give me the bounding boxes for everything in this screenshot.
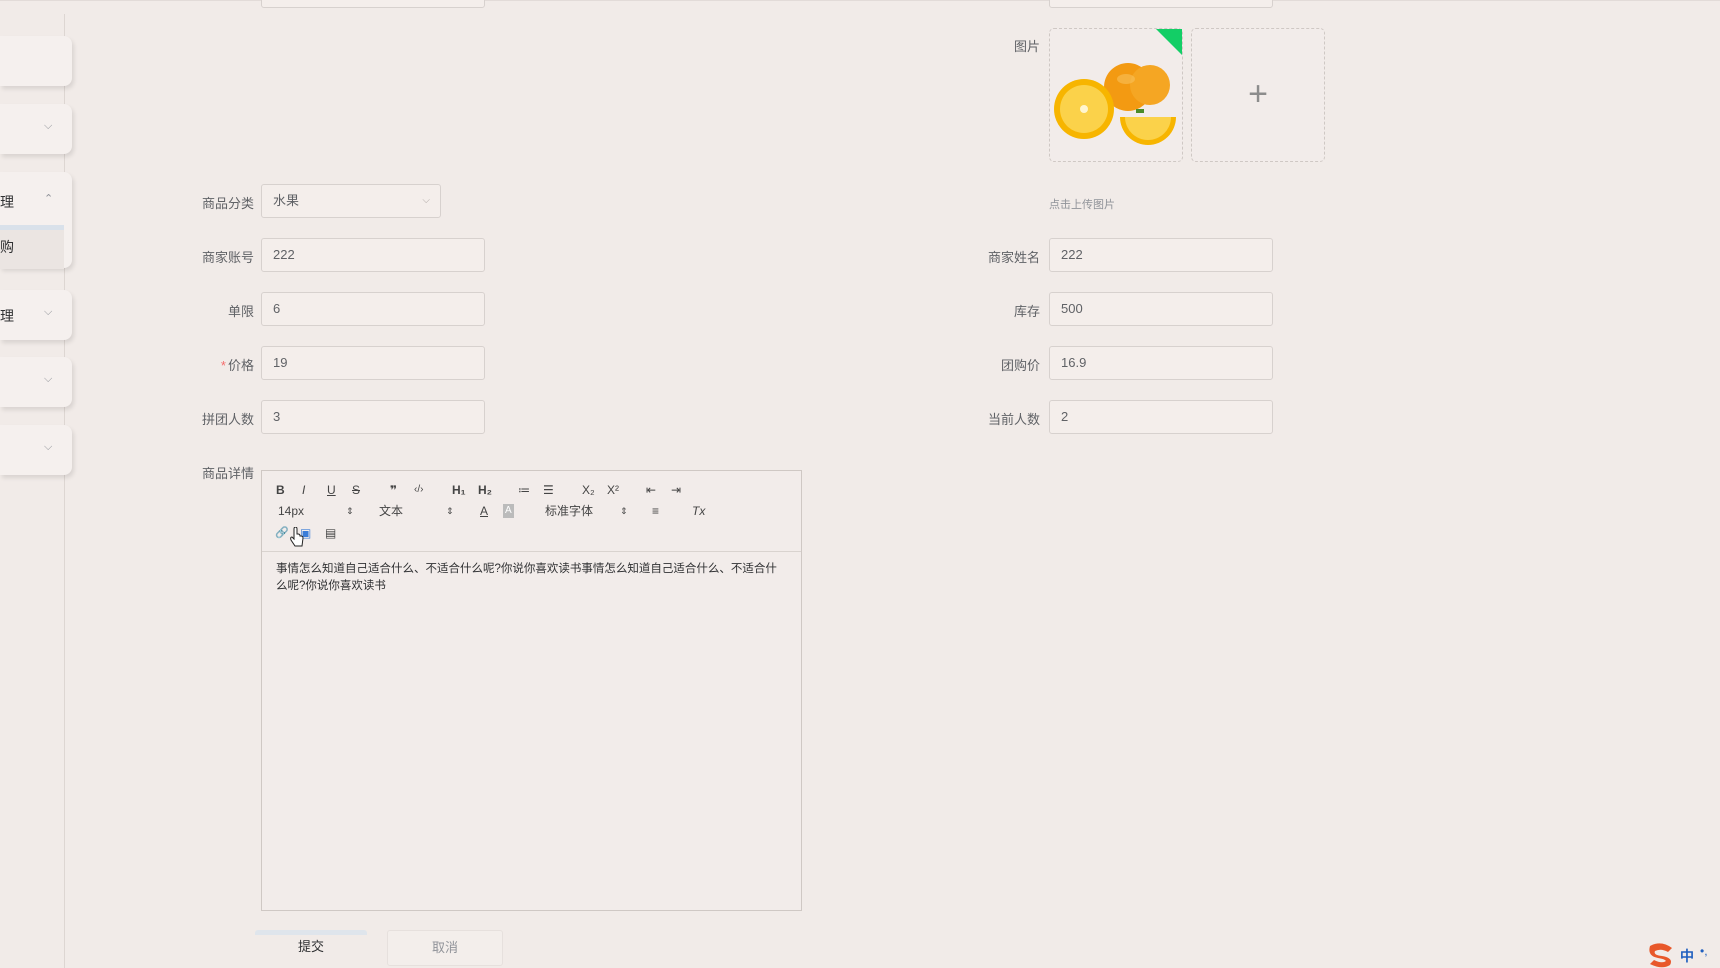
sidebar-item-4[interactable]: 理 ⌵ <box>0 290 72 340</box>
sidebar-item-label: 理 <box>0 308 14 324</box>
editor-content[interactable]: 事情怎么知道自己适合什么、不适合什么呢?你说你喜欢读书事情怎么知道自己适合什么、… <box>276 561 786 595</box>
limit-value: 6 <box>273 301 281 316</box>
active-indicator <box>0 225 64 230</box>
group-price-label: 团购价 <box>1000 358 1040 373</box>
limit-label: 单限 <box>227 304 254 319</box>
required-mark: * <box>220 358 226 373</box>
header-updown-icon: ⇕ <box>446 506 454 516</box>
price-label-text: 价格 <box>227 358 254 373</box>
font-color-button[interactable]: A <box>480 504 488 518</box>
group-price-input[interactable]: 16.9 <box>1049 346 1273 380</box>
size-updown-icon: ⇕ <box>346 506 354 516</box>
current-count-label: 当前人数 <box>987 412 1040 427</box>
video-icon[interactable]: ▤ <box>325 526 336 540</box>
cancel-label: 取消 <box>431 940 458 955</box>
merchant-name-input[interactable]: 222 <box>1049 238 1273 272</box>
price-value: 19 <box>273 355 288 370</box>
quote-button[interactable]: ❞ <box>390 483 397 497</box>
stock-label: 库存 <box>1013 304 1040 319</box>
font-updown-icon: ⇕ <box>620 506 628 516</box>
limit-input[interactable]: 6 <box>261 292 485 326</box>
strike-button[interactable]: S <box>352 483 360 497</box>
superscript-button[interactable]: X² <box>607 483 619 497</box>
uploaded-image[interactable] <box>1049 28 1183 162</box>
success-flag <box>1156 29 1182 55</box>
submit-label: 提交 <box>297 939 324 954</box>
sidebar-subitem-active[interactable]: 购 <box>0 225 64 269</box>
chevron-down-icon: ⌵ <box>44 120 53 132</box>
background-color-button[interactable]: A <box>503 504 514 518</box>
h1-button[interactable]: H₁ <box>452 483 466 497</box>
submit-button[interactable]: 提交 <box>255 930 367 964</box>
merchant-name-label: 商家姓名 <box>987 250 1040 265</box>
chevron-down-icon: ⌵ <box>44 441 53 453</box>
sidebar-rail <box>64 14 65 968</box>
stock-value: 500 <box>1061 301 1083 316</box>
upload-tip: 点击上传图片 <box>1049 199 1115 211</box>
sidebar: ⌵ 理 ⌃ 购 理 ⌵ ⌵ ⌵ <box>0 0 72 968</box>
cancel-button[interactable]: 取消 <box>387 930 503 966</box>
merchant-account-input[interactable]: 222 <box>261 238 485 272</box>
group-size-value: 3 <box>273 409 281 424</box>
sidebar-item-2[interactable]: ⌵ <box>0 104 72 154</box>
header-select[interactable]: 文本 <box>379 504 403 518</box>
bullet-list-button[interactable]: ☰ <box>543 483 554 497</box>
chevron-down-icon: ⌵ <box>44 373 53 385</box>
stock-input[interactable]: 500 <box>1049 292 1273 326</box>
link-icon[interactable]: 🔗 <box>275 526 289 540</box>
sidebar-subitem-label: 购 <box>0 239 14 255</box>
merchant-account-label: 商家账号 <box>201 250 254 265</box>
chevron-down-icon: ⌵ <box>44 306 53 318</box>
clipped-input-right[interactable] <box>1049 0 1273 8</box>
ime-punct-icon: •, <box>1700 944 1708 958</box>
detail-label: 商品详情 <box>201 466 254 481</box>
upload-button[interactable]: + <box>1191 28 1325 162</box>
hand-cursor-icon <box>290 527 304 547</box>
editor-toolbar: B I U S ❞ ‹/› H₁ H₂ ≔ ☰ X₂ X² ⇤ ⇥ 14px ⇕… <box>262 471 801 552</box>
rich-text-editor[interactable]: B I U S ❞ ‹/› H₁ H₂ ≔ ☰ X₂ X² ⇤ ⇥ 14px ⇕… <box>261 470 802 911</box>
code-button[interactable]: ‹/› <box>414 483 423 497</box>
plus-icon: + <box>1248 75 1268 113</box>
image-label: 图片 <box>1013 39 1040 54</box>
group-price-value: 16.9 <box>1061 355 1087 370</box>
chevron-down-icon: ⌵ <box>422 195 430 206</box>
price-label: * 价格 <box>164 355 254 374</box>
italic-button[interactable]: I <box>302 483 305 497</box>
ordered-list-button[interactable]: ≔ <box>518 483 530 497</box>
align-button[interactable]: ≡ <box>652 504 659 518</box>
ime-indicator[interactable]: 中 •, <box>1640 940 1720 968</box>
outdent-button[interactable]: ⇤ <box>646 483 656 497</box>
group-size-label: 拼团人数 <box>201 412 254 427</box>
sidebar-item-5[interactable]: ⌵ <box>0 357 72 407</box>
ime-mode-label: 中 <box>1680 948 1694 964</box>
underline-button[interactable]: U <box>327 483 336 497</box>
submit-highlight <box>255 930 367 935</box>
chevron-up-icon: ⌃ <box>44 193 54 205</box>
clipped-input-left[interactable] <box>261 0 485 8</box>
indent-button[interactable]: ⇥ <box>671 483 681 497</box>
sidebar-item-label: 理 <box>0 194 14 210</box>
clean-format-button[interactable]: Tx <box>692 504 705 518</box>
merchant-name-value: 222 <box>1061 247 1083 262</box>
category-value: 水果 <box>273 193 300 208</box>
sidebar-item-6[interactable]: ⌵ <box>0 425 72 475</box>
current-count-value: 2 <box>1061 409 1069 424</box>
sogou-logo-icon <box>1649 943 1672 968</box>
top-divider <box>0 0 1720 1</box>
subscript-button[interactable]: X₂ <box>582 483 595 497</box>
merchant-account-value: 222 <box>273 247 295 262</box>
group-size-input[interactable]: 3 <box>261 400 485 434</box>
bold-button[interactable]: B <box>276 483 285 497</box>
category-label: 商品分类 <box>201 196 254 211</box>
current-count-input[interactable]: 2 <box>1049 400 1273 434</box>
sidebar-item-1[interactable] <box>0 36 72 86</box>
price-input[interactable]: 19 <box>261 346 485 380</box>
h2-button[interactable]: H₂ <box>478 483 492 497</box>
font-family-select[interactable]: 标准字体 <box>545 504 593 518</box>
font-size-select[interactable]: 14px <box>278 504 304 518</box>
category-select[interactable]: 水果 ⌵ <box>261 184 441 218</box>
